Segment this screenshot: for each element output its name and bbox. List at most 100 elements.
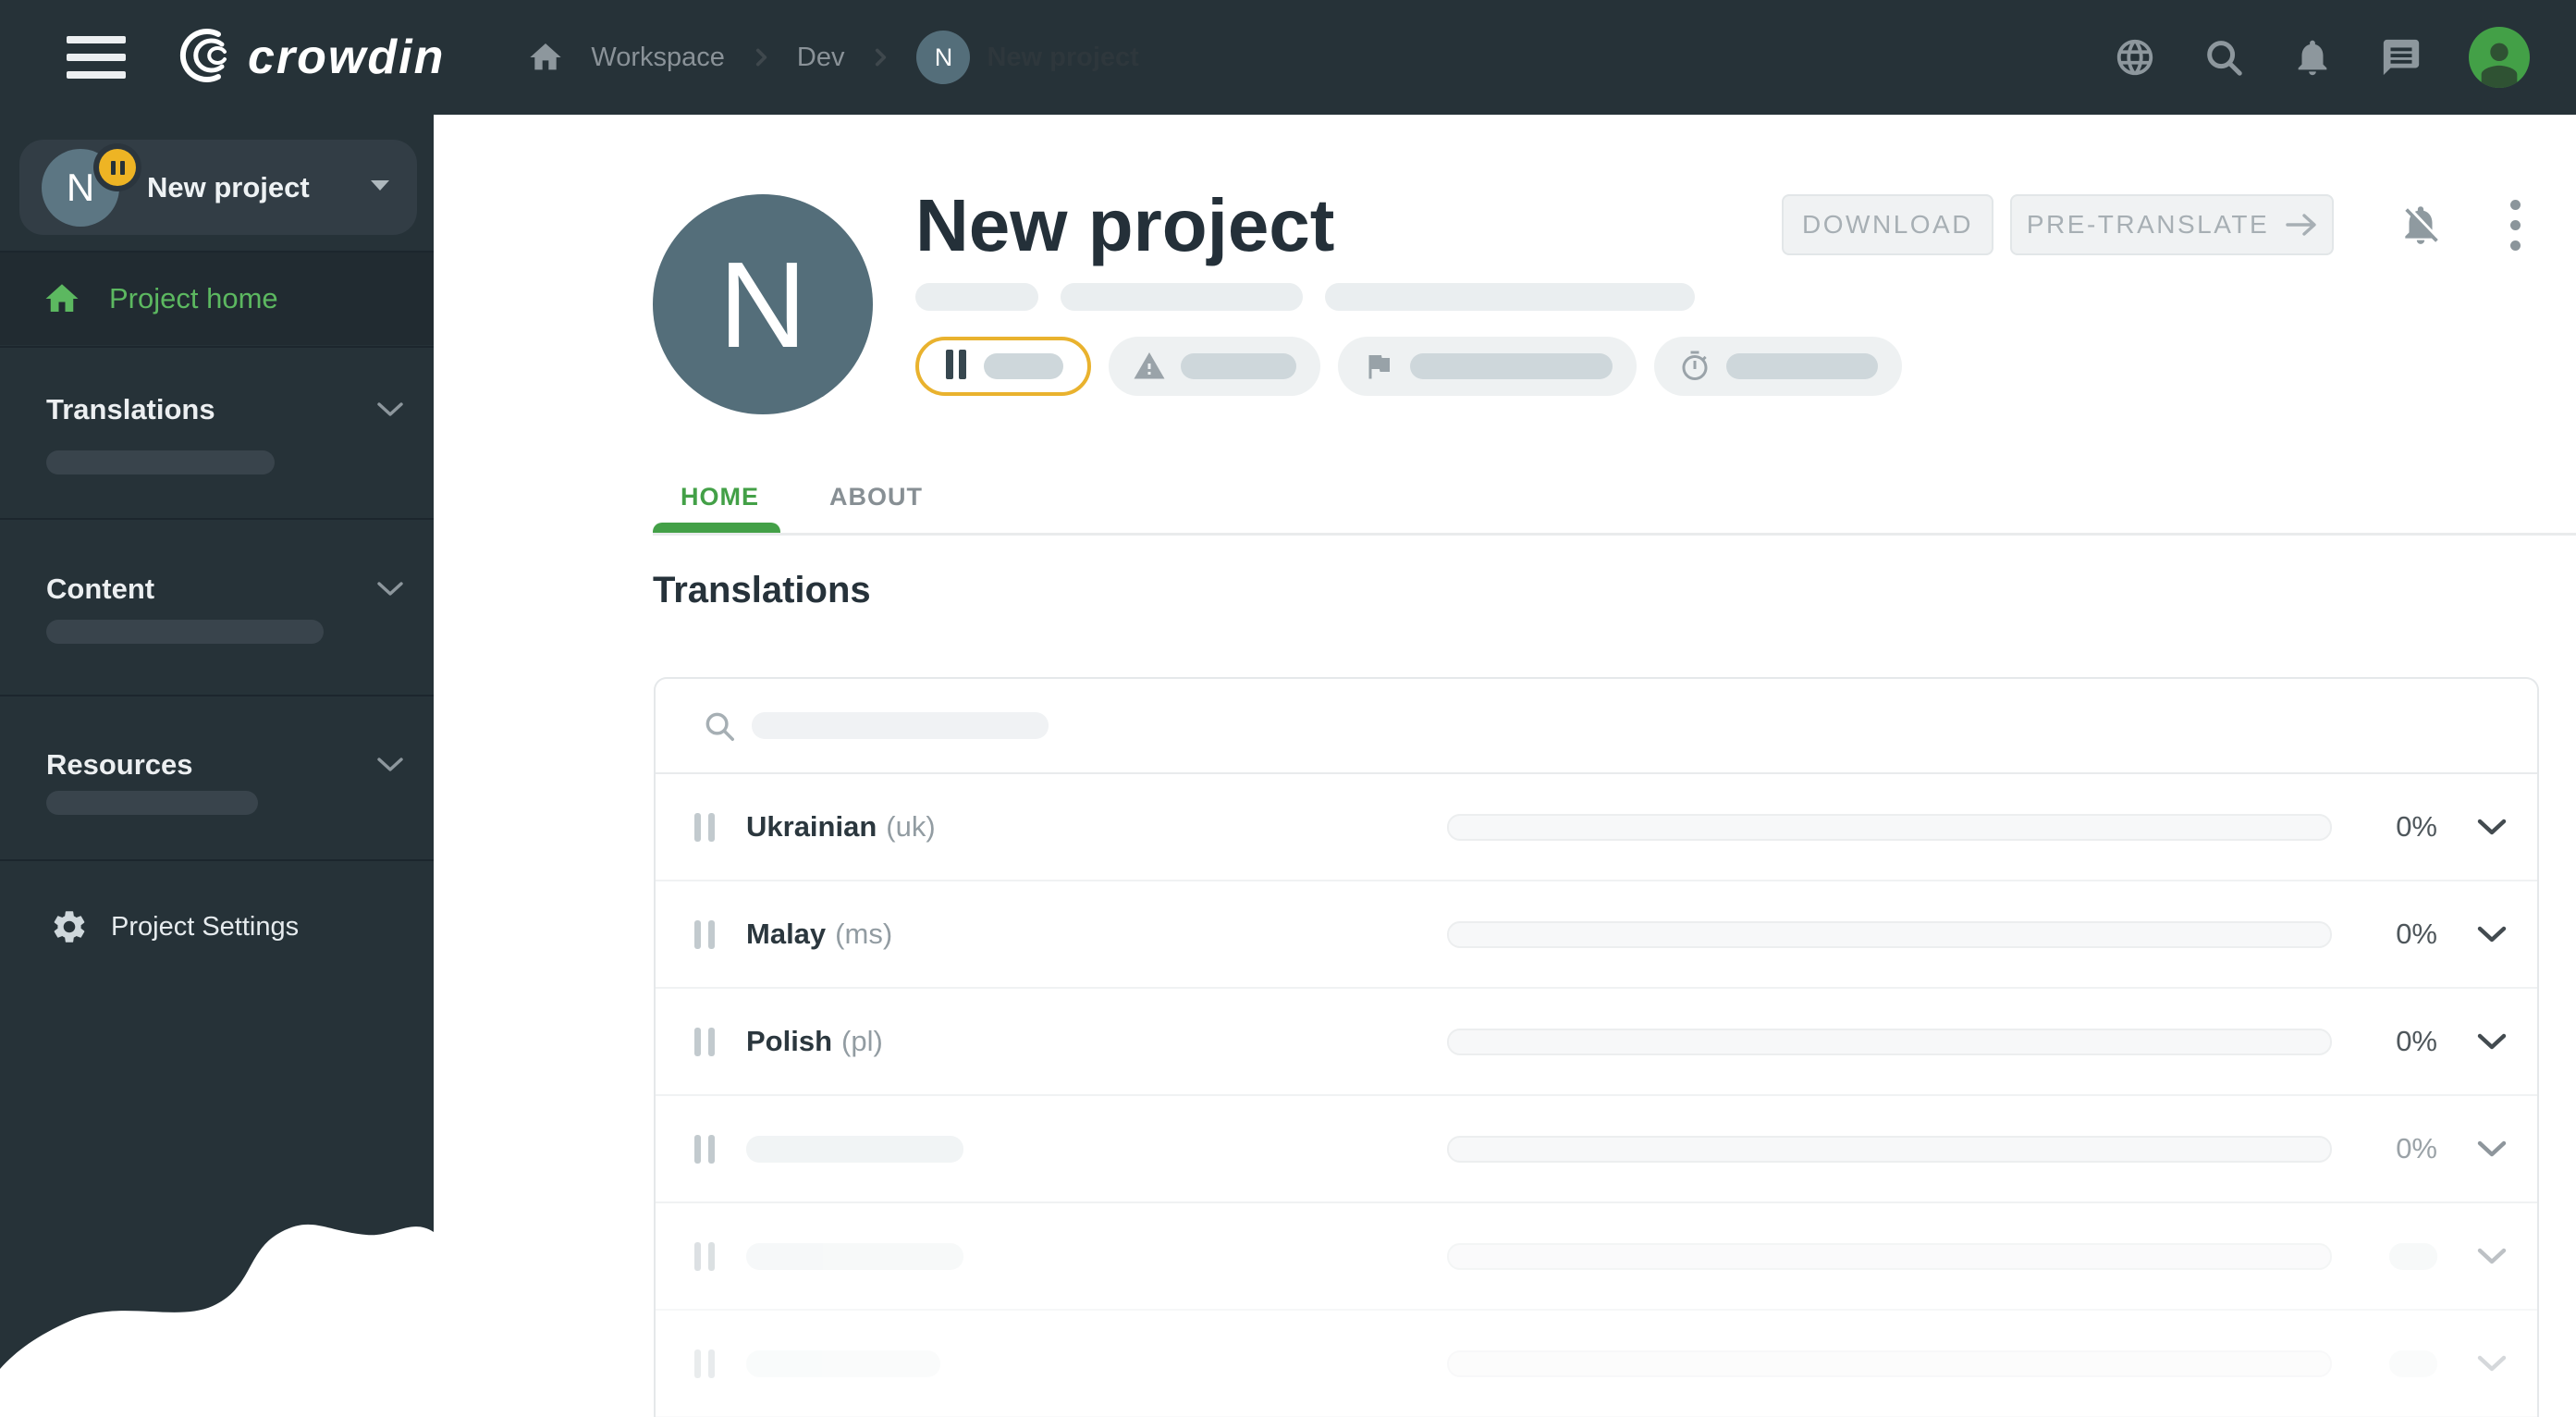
status-chip-paused[interactable] <box>915 337 1091 396</box>
project-switcher[interactable]: N New project <box>19 140 417 235</box>
sidebar-item-project-home[interactable]: Project home <box>0 253 434 345</box>
skeleton-bar <box>752 712 1049 739</box>
language-code: (uk) <box>886 810 935 844</box>
divider <box>0 346 434 348</box>
pause-icon <box>694 1135 715 1164</box>
hamburger-menu-button[interactable] <box>67 36 126 79</box>
progress-percent: 0% <box>2369 1025 2437 1058</box>
language-name: Malay <box>746 918 826 951</box>
skeleton-bar <box>2389 1350 2437 1377</box>
sidebar-section-resources[interactable]: Resources <box>46 744 404 786</box>
chevron-down-icon[interactable] <box>2476 1247 2508 1265</box>
download-button[interactable]: DOWNLOAD <box>1782 194 1993 255</box>
caret-down-icon <box>369 179 391 196</box>
language-row-polish[interactable]: Polish (pl) 0% <box>656 989 2537 1096</box>
sidebar: N New project Project home Translations … <box>0 115 434 1417</box>
breadcrumb: Workspace Dev N New project <box>524 31 1138 84</box>
home-icon <box>41 277 83 320</box>
skeleton-bar <box>746 1350 940 1377</box>
mute-notifications-button[interactable] <box>2395 199 2447 251</box>
skeleton-bar <box>46 791 258 815</box>
chat-icon[interactable] <box>2380 36 2423 79</box>
language-code: (ms) <box>835 918 892 951</box>
divider <box>0 859 434 861</box>
skeleton-bar <box>1325 283 1695 311</box>
globe-icon[interactable] <box>2114 36 2156 79</box>
search-icon[interactable] <box>2202 36 2245 79</box>
progress-percent: 0% <box>2369 1132 2437 1165</box>
bell-off-icon <box>2398 202 2444 248</box>
crowdin-logo-text: crowdin <box>248 30 445 85</box>
sidebar-section-content[interactable]: Content <box>46 568 404 610</box>
section-label: Content <box>46 573 154 606</box>
pause-icon <box>694 1242 715 1271</box>
main-content: N New project DOW <box>434 115 2576 1417</box>
skeleton-bar <box>746 1136 963 1163</box>
warning-icon <box>1133 350 1166 383</box>
crowdin-logo[interactable]: crowdin <box>170 27 445 89</box>
sidebar-wave-decoration <box>0 1147 434 1417</box>
sidebar-section-translations[interactable]: Translations <box>46 388 404 431</box>
arrow-right-icon <box>2286 213 2317 237</box>
chevron-down-icon[interactable] <box>2476 818 2508 836</box>
topbar: crowdin Workspace Dev N New project <box>0 0 2576 115</box>
more-options-button[interactable] <box>2495 199 2535 251</box>
chevron-right-icon <box>868 45 892 69</box>
skeleton-bar <box>1181 353 1296 379</box>
section-label: Translations <box>46 393 215 426</box>
section-label: Resources <box>46 748 193 782</box>
tab-home[interactable]: HOME <box>681 483 759 511</box>
pause-icon <box>943 350 969 384</box>
skeleton-bar <box>984 353 1063 379</box>
progress-bar <box>1447 814 2332 841</box>
skeleton-bar <box>746 1243 963 1270</box>
language-row-loading[interactable] <box>656 1203 2537 1311</box>
chevron-down-icon[interactable] <box>2476 925 2508 943</box>
progress-percent: 0% <box>2369 810 2437 844</box>
status-chip-issues[interactable] <box>1109 337 1320 396</box>
title-skeleton-row <box>915 283 1695 311</box>
breadcrumb-workspace[interactable]: Workspace <box>591 43 725 73</box>
language-row-malay[interactable]: Malay (ms) 0% <box>656 881 2537 989</box>
language-name: Ukrainian <box>746 810 877 844</box>
progress-bar <box>1447 1136 2332 1163</box>
language-name: Polish <box>746 1025 832 1058</box>
progress-percent: 0% <box>2369 918 2437 951</box>
pause-icon <box>694 813 715 842</box>
skeleton-bar <box>2389 1243 2437 1270</box>
language-code: (pl) <box>841 1025 883 1058</box>
language-row-loading[interactable] <box>656 1311 2537 1417</box>
home-icon[interactable] <box>524 36 567 79</box>
user-avatar[interactable] <box>2469 27 2530 88</box>
progress-bar <box>1447 921 2332 948</box>
status-chip-activity[interactable] <box>1654 337 1902 396</box>
breadcrumb-group[interactable]: Dev <box>797 43 845 73</box>
language-row-loading[interactable]: 0% <box>656 1096 2537 1203</box>
status-chip-languages[interactable] <box>1338 337 1637 396</box>
language-search-input[interactable] <box>656 679 2537 774</box>
project-switcher-label: New project <box>147 171 310 204</box>
project-avatar-large: N <box>653 194 873 414</box>
progress-bar <box>1447 1243 2332 1270</box>
language-row-ukrainian[interactable]: Ukrainian (uk) 0% <box>656 774 2537 881</box>
bell-icon[interactable] <box>2291 36 2334 79</box>
chevron-down-icon <box>376 757 404 773</box>
chevron-down-icon[interactable] <box>2476 1032 2508 1051</box>
pretranslate-button[interactable]: PRE-TRANSLATE <box>2010 194 2334 255</box>
chevron-down-icon[interactable] <box>2476 1140 2508 1158</box>
chevron-down-icon <box>376 401 404 418</box>
timer-icon <box>1678 350 1711 383</box>
breadcrumb-current-project[interactable]: N New project <box>916 31 1138 84</box>
tabs: HOME ABOUT <box>681 483 923 511</box>
progress-bar <box>1447 1029 2332 1055</box>
tab-about[interactable]: ABOUT <box>829 483 923 511</box>
topbar-actions <box>2114 27 2530 88</box>
paused-status-badge-icon <box>99 149 136 186</box>
gear-icon <box>50 907 89 946</box>
skeleton-bar <box>46 450 275 474</box>
chevron-down-icon[interactable] <box>2476 1354 2508 1373</box>
progress-bar <box>1447 1350 2332 1377</box>
sidebar-item-project-settings[interactable]: Project Settings <box>0 882 434 971</box>
skeleton-bar <box>1726 353 1878 379</box>
translations-section-title: Translations <box>653 570 871 611</box>
